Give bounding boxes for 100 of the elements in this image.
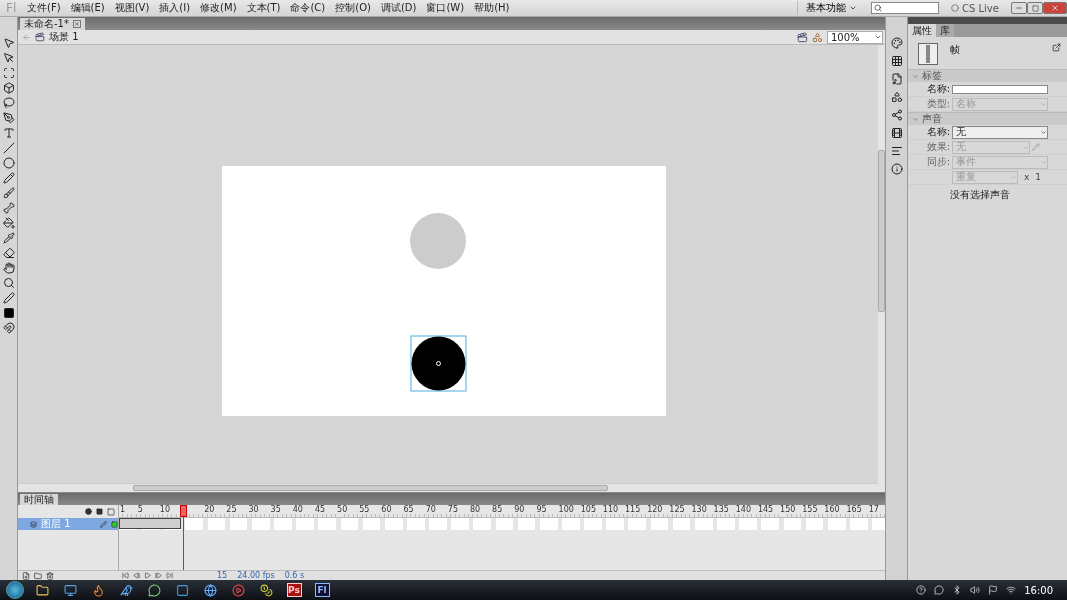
- selection-tool-icon[interactable]: [2, 37, 15, 49]
- zoom-select[interactable]: 100%: [827, 30, 883, 44]
- zoom-icon[interactable]: [2, 277, 15, 289]
- stroke-color-icon[interactable]: [2, 292, 15, 304]
- visibility-icon[interactable]: [85, 508, 92, 515]
- fill-color-icon[interactable]: [2, 307, 15, 319]
- frame-number: 150: [780, 505, 796, 514]
- align-icon[interactable]: [890, 145, 903, 157]
- monitor-icon[interactable]: [63, 583, 77, 597]
- panel-tab[interactable]: 属性: [908, 24, 936, 37]
- brush-icon[interactable]: [2, 187, 15, 199]
- dropdown[interactable]: 无: [952, 125, 1048, 139]
- first-frame-icon[interactable]: [122, 572, 129, 579]
- shapes-icon[interactable]: [890, 91, 903, 103]
- frame-number: 105: [580, 505, 596, 514]
- subselection-tool-icon[interactable]: [2, 52, 15, 64]
- outline-icon[interactable]: [107, 507, 115, 516]
- menu-item[interactable]: 修改(M): [195, 1, 242, 15]
- delete-icon[interactable]: [46, 571, 54, 580]
- bluetooth-icon[interactable]: [952, 585, 963, 595]
- magnet-icon[interactable]: [2, 322, 15, 334]
- menu-item[interactable]: 控制(O): [330, 1, 376, 15]
- edit-symbols-icon[interactable]: [812, 31, 823, 43]
- media-player-icon[interactable]: [231, 583, 245, 597]
- vertical-scrollbar[interactable]: [878, 150, 885, 312]
- flag-icon[interactable]: [988, 585, 999, 595]
- search-field[interactable]: [871, 2, 939, 14]
- maximize-button[interactable]: [1027, 2, 1043, 14]
- chat-icon[interactable]: [934, 585, 945, 595]
- paint-bucket-icon[interactable]: [2, 217, 15, 229]
- frame-ruler[interactable]: 1 5 10 20 25 30 35 40 45 50 55 60 65 70 75 80 85 90 95 100 105 110 115 120 125 130 135 140 145 150 155 160 165 17: [119, 505, 885, 518]
- menu-item[interactable]: 命令(C): [285, 1, 331, 15]
- info-icon[interactable]: [890, 163, 903, 175]
- pencil-icon: [100, 520, 107, 528]
- outline-color-icon[interactable]: [111, 520, 118, 528]
- folder-icon[interactable]: [35, 583, 49, 597]
- workspace-switcher[interactable]: 基本功能: [797, 1, 865, 15]
- bird-icon[interactable]: [119, 583, 133, 597]
- minimize-button[interactable]: [1011, 2, 1027, 14]
- document-tab[interactable]: 未命名-1*: [20, 18, 85, 30]
- name-field[interactable]: [952, 84, 1048, 94]
- palette-icon[interactable]: [890, 37, 903, 49]
- eyedropper-icon[interactable]: [2, 232, 15, 244]
- start-button[interactable]: [6, 581, 24, 599]
- scene-label[interactable]: 场景 1: [49, 30, 79, 44]
- app-logo[interactable]: Fl: [314, 583, 330, 597]
- menu-item[interactable]: 调试(D): [375, 1, 422, 15]
- coins-icon[interactable]: [259, 583, 273, 597]
- hand-icon[interactable]: [2, 262, 15, 274]
- cube-icon[interactable]: [2, 82, 15, 94]
- line-tool-icon[interactable]: [2, 142, 15, 154]
- app-logo[interactable]: Ps: [286, 583, 302, 597]
- caret-icon: [1040, 158, 1047, 166]
- menu-item[interactable]: 插入(I): [154, 1, 196, 15]
- playhead[interactable]: [180, 505, 187, 570]
- volume-icon[interactable]: [970, 585, 981, 595]
- text-tool-icon[interactable]: [2, 127, 15, 139]
- menu-item[interactable]: 视图(V): [109, 1, 155, 15]
- music-file-icon[interactable]: [890, 73, 903, 85]
- pen-tool-icon[interactable]: [2, 112, 15, 124]
- play-icon[interactable]: [144, 572, 151, 579]
- menu-item[interactable]: 帮助(H): [469, 1, 515, 15]
- menu-item[interactable]: 文件(F): [22, 1, 66, 15]
- last-frame-icon[interactable]: [166, 572, 173, 579]
- step-back-icon[interactable]: [133, 572, 140, 579]
- network-icon[interactable]: [1006, 585, 1017, 595]
- horizontal-scrollbar[interactable]: [133, 485, 608, 491]
- chat-icon[interactable]: [147, 583, 161, 597]
- help-link-icon[interactable]: [1052, 43, 1061, 52]
- bone-icon[interactable]: [2, 202, 15, 214]
- edit-scene-icon[interactable]: [797, 31, 808, 43]
- step-forward-icon[interactable]: [155, 572, 162, 579]
- section-header[interactable]: 标签: [908, 69, 1067, 82]
- menu-item[interactable]: 文本(T): [241, 1, 286, 15]
- window-icon[interactable]: [175, 583, 189, 597]
- cs-live-button[interactable]: CS Live: [945, 1, 1011, 15]
- grid-icon[interactable]: [890, 55, 903, 67]
- section-header[interactable]: 声音: [908, 112, 1067, 125]
- menu-item[interactable]: 窗口(W): [421, 1, 470, 15]
- frame-cells[interactable]: [119, 518, 885, 530]
- lock-icon[interactable]: [96, 508, 103, 515]
- new-folder-icon[interactable]: [34, 571, 42, 580]
- globe-icon[interactable]: [203, 583, 217, 597]
- timeline-tab[interactable]: 时间轴: [20, 494, 58, 505]
- pencil-icon[interactable]: [2, 172, 15, 184]
- panel-tab[interactable]: 库: [936, 24, 954, 37]
- free-transform-icon[interactable]: [2, 67, 15, 79]
- menu-item[interactable]: 编辑(E): [65, 1, 110, 15]
- close-icon: [1051, 4, 1059, 12]
- close-button[interactable]: [1043, 2, 1067, 14]
- nodes-icon[interactable]: [890, 109, 903, 121]
- eraser-icon[interactable]: [2, 247, 15, 259]
- flame-icon[interactable]: [91, 583, 105, 597]
- lasso-icon[interactable]: [2, 97, 15, 109]
- oval-tool-icon[interactable]: [2, 157, 15, 169]
- new-layer-icon[interactable]: [22, 571, 30, 580]
- film-icon[interactable]: [890, 127, 903, 139]
- close-icon[interactable]: [73, 20, 81, 28]
- help-icon[interactable]: [916, 585, 927, 595]
- frame-rate[interactable]: 24.00 fps: [237, 571, 275, 580]
